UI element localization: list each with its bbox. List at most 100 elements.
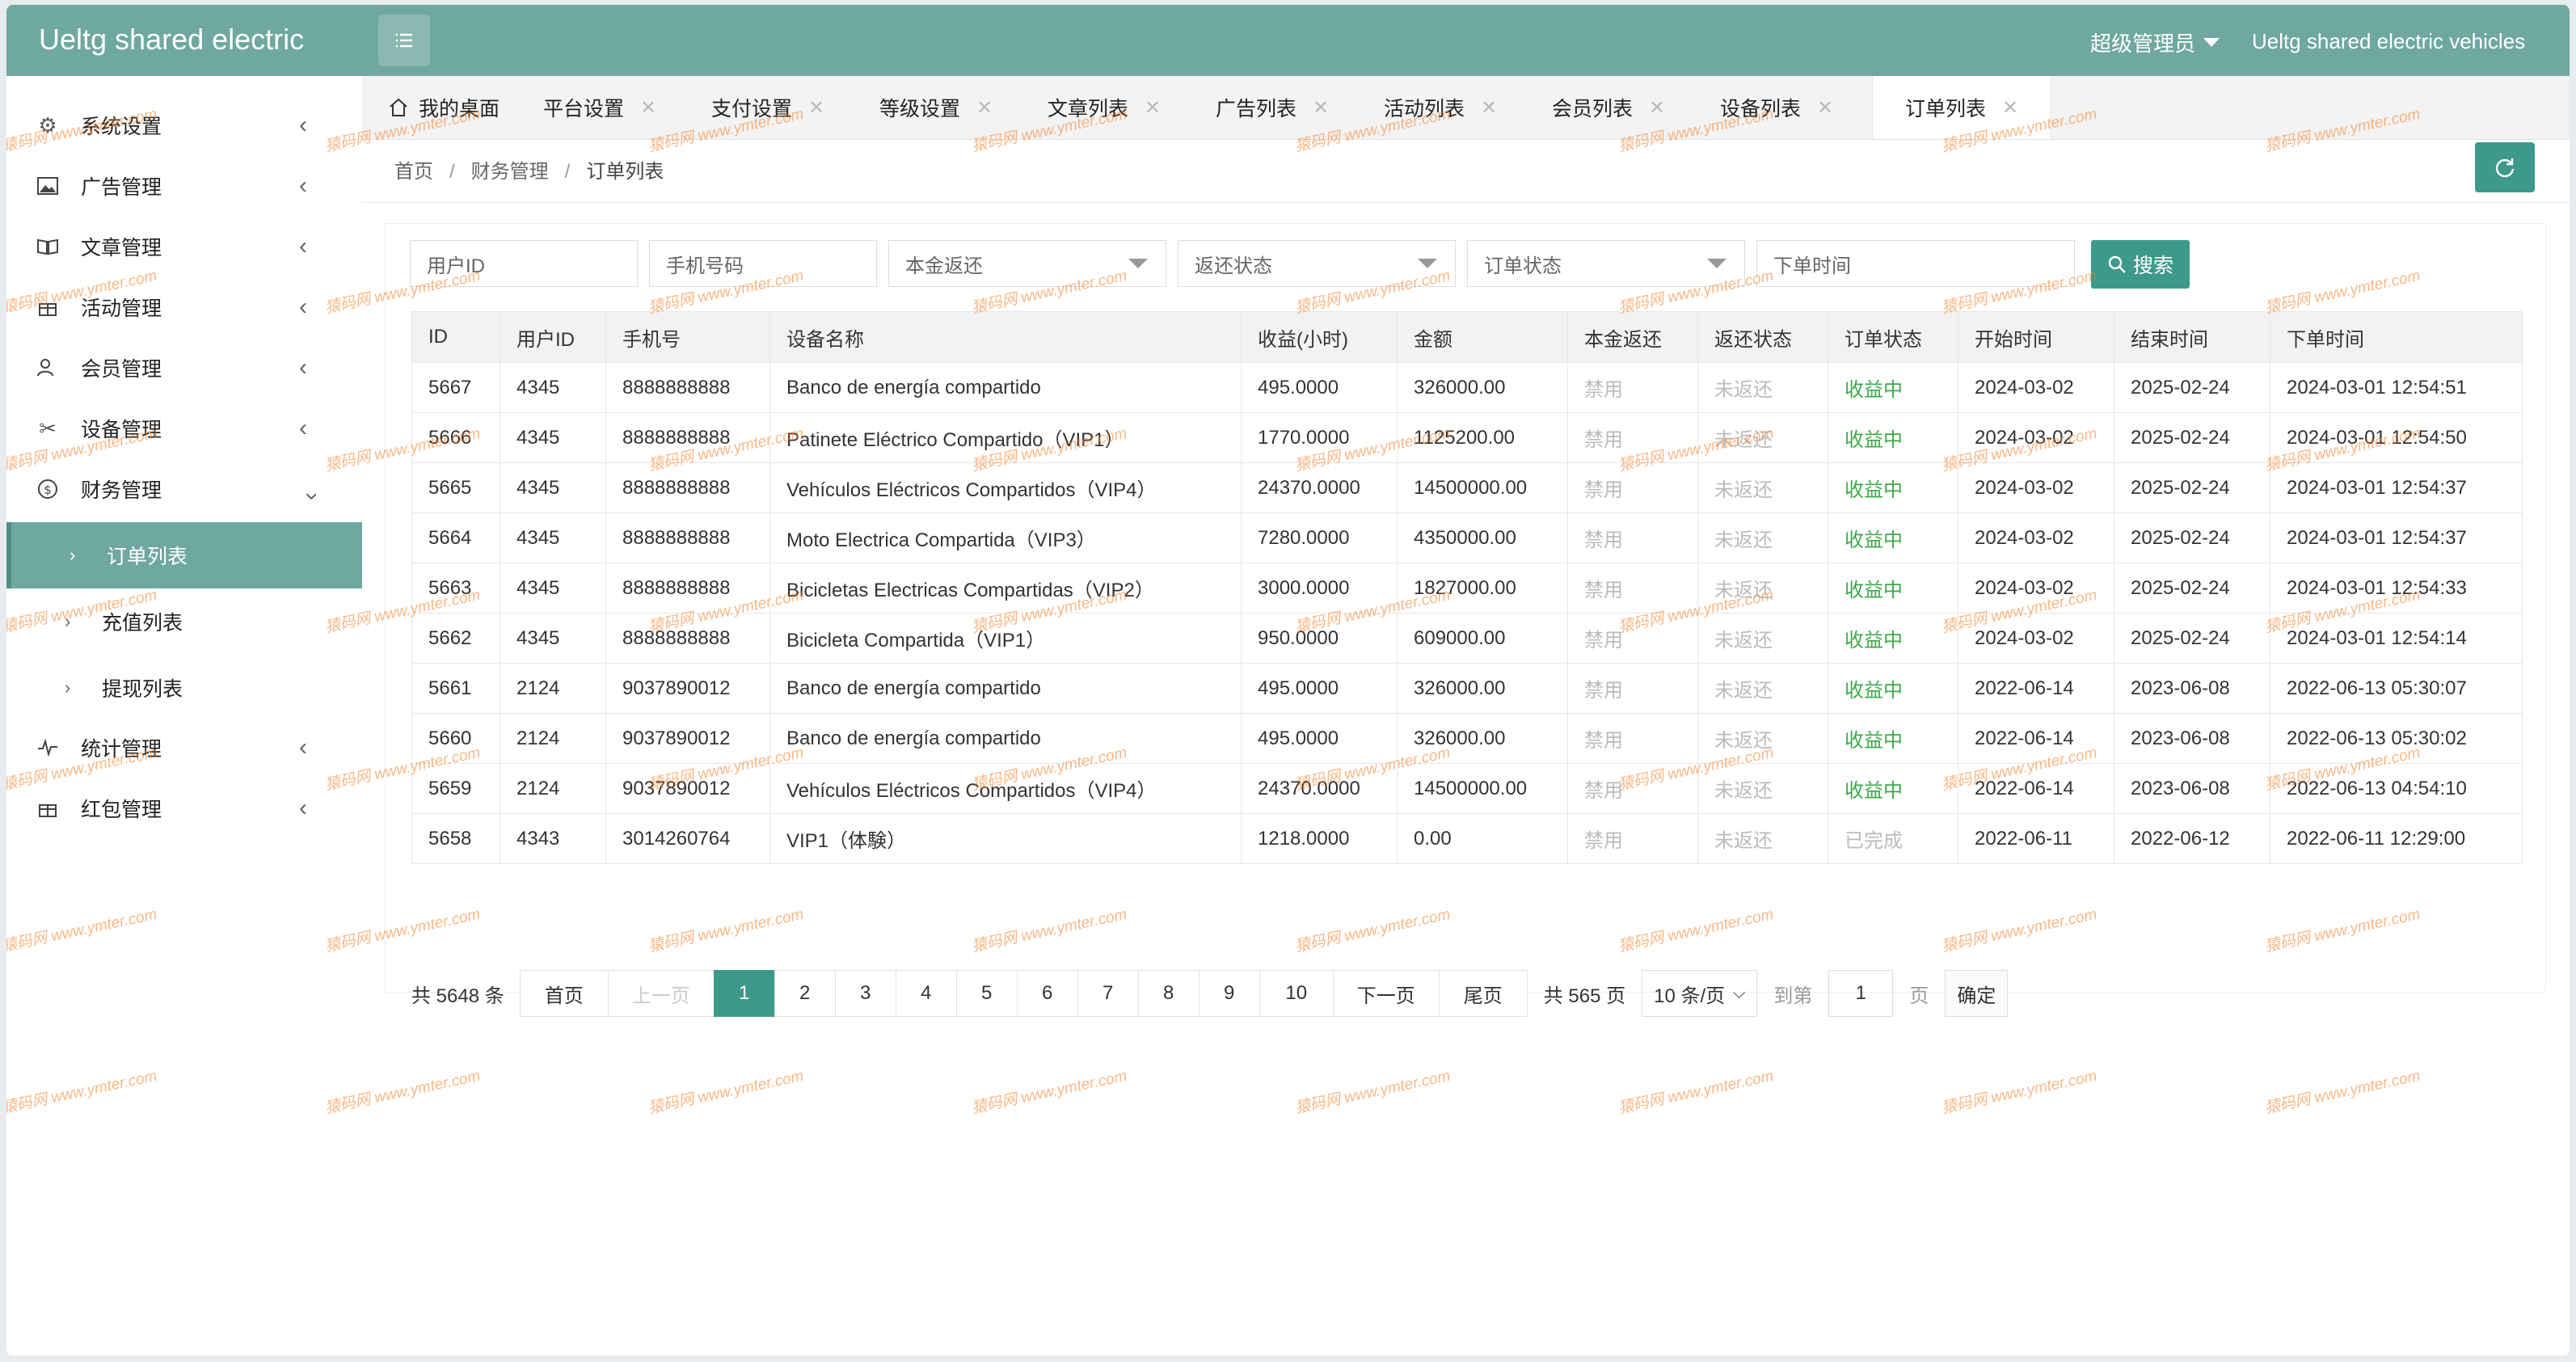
sidebar-subitem-recharge[interactable]: › 充值列表 bbox=[6, 588, 362, 655]
sidebar-item-statistics[interactable]: 统计管理 ‹ bbox=[6, 719, 362, 776]
close-icon[interactable]: ✕ bbox=[808, 96, 824, 120]
order-time-input[interactable]: 下单时间 bbox=[1756, 240, 2075, 287]
table-header-row: ID 用户ID 手机号 设备名称 收益(小时) 金额 本金返还 返还状态 订单状… bbox=[411, 311, 2523, 363]
table-cell: 禁用 bbox=[1567, 412, 1698, 463]
close-icon[interactable]: ✕ bbox=[1817, 96, 1833, 120]
table-cell: 禁用 bbox=[1567, 462, 1698, 513]
sidebar-subitem-withdraw[interactable]: › 提现列表 bbox=[6, 655, 362, 721]
table-row[interactable]: 5663 4345 8888888888 Bicicletas Electricas … bbox=[411, 563, 2523, 614]
page-button[interactable]: 7 bbox=[1077, 970, 1139, 1017]
table-row[interactable]: 5667 4345 8888888888 Banco de energía compa… bbox=[411, 362, 2523, 413]
caret-down-icon bbox=[2203, 38, 2220, 47]
principal-select[interactable]: 本金返还 bbox=[888, 240, 1166, 287]
close-icon[interactable]: ✕ bbox=[1313, 96, 1329, 120]
close-icon[interactable]: ✕ bbox=[2002, 96, 2018, 120]
table-cell: 2022-06-14 bbox=[1958, 763, 2114, 814]
table-row[interactable]: 5662 4345 8888888888 Bicicleta Compartida（V… bbox=[411, 613, 2523, 664]
breadcrumb-section[interactable]: 财务管理 bbox=[471, 161, 549, 183]
table-cell: Banco de energía compartido bbox=[769, 362, 1242, 413]
search-button[interactable]: 搜索 bbox=[2091, 240, 2190, 289]
goto-page-input[interactable]: 1 bbox=[1828, 970, 1894, 1017]
first-page-button[interactable]: 首页 bbox=[519, 970, 609, 1017]
table-cell: 2023-06-08 bbox=[2114, 763, 2270, 814]
table-row[interactable]: 5665 4345 8888888888 Vehículos Eléctricos C… bbox=[411, 462, 2523, 513]
table-row[interactable]: 5666 4345 8888888888 Patinete Eléctrico Com… bbox=[411, 412, 2523, 463]
page-button[interactable]: 5 bbox=[955, 970, 1018, 1017]
page-button[interactable]: 1 bbox=[713, 970, 775, 1017]
table-cell: 5664 bbox=[411, 512, 500, 563]
tab-ad-list[interactable]: 广告列表 ✕ bbox=[1216, 76, 1329, 139]
prev-page-button[interactable]: 上一页 bbox=[607, 970, 715, 1017]
sidebar-item-redpacket[interactable]: 红包管理 ‹ bbox=[6, 780, 362, 837]
tab-activity-list[interactable]: 活动列表 ✕ bbox=[1384, 76, 1497, 139]
tab-order-list[interactable]: 订单列表 ✕ bbox=[1872, 76, 2052, 139]
sidebar-item-ads[interactable]: 广告管理 ‹ bbox=[6, 158, 362, 214]
close-icon[interactable]: ✕ bbox=[976, 96, 993, 120]
table-cell: 2025-02-24 bbox=[2114, 412, 2270, 463]
table-cell: 未返还 bbox=[1697, 362, 1828, 413]
tab-member-list[interactable]: 会员列表 ✕ bbox=[1552, 76, 1665, 139]
sidebar-item-label: 红包管理 bbox=[81, 799, 162, 821]
table-cell: 禁用 bbox=[1567, 763, 1698, 814]
table-cell: 2024-03-02 bbox=[1958, 462, 2114, 513]
chevron-left-icon: ‹ bbox=[299, 112, 307, 138]
refresh-icon bbox=[2495, 158, 2515, 178]
table-cell: 7280.0000 bbox=[1241, 512, 1398, 563]
page-button[interactable]: 4 bbox=[895, 970, 957, 1017]
tab-level-settings[interactable]: 等级设置 ✕ bbox=[879, 76, 993, 139]
column-header: 结束时间 bbox=[2114, 311, 2270, 363]
table-row[interactable]: 5658 4343 3014260764 VIP1（体験） 1218.0000 0.00 禁… bbox=[411, 813, 2523, 864]
user-menu[interactable]: 超级管理员 bbox=[2090, 27, 2220, 57]
table-cell: 2024-03-01 12:54:37 bbox=[2270, 462, 2523, 513]
last-page-button[interactable]: 尾页 bbox=[1438, 970, 1528, 1017]
return-status-select[interactable]: 返还状态 bbox=[1178, 240, 1456, 287]
table-cell: Moto Electrica Compartida（VIP3） bbox=[769, 512, 1242, 563]
page-button[interactable]: 6 bbox=[1016, 970, 1078, 1017]
order-status-select[interactable]: 订单状态 bbox=[1467, 240, 1745, 287]
sidebar-item-finance[interactable]: $ 财务管理 ‹ bbox=[6, 461, 362, 517]
page-button[interactable]: 9 bbox=[1198, 970, 1260, 1017]
sidebar-item-articles[interactable]: 文章管理 ‹ bbox=[6, 218, 362, 275]
table-cell: 禁用 bbox=[1567, 613, 1698, 664]
sidebar-item-devices[interactable]: ✂ 设备管理 ‹ bbox=[6, 400, 362, 457]
sidebar-item-members[interactable]: 会员管理 ‹ bbox=[6, 339, 362, 396]
sidebar-item-activities[interactable]: 活动管理 ‹ bbox=[6, 279, 362, 335]
page-button[interactable]: 2 bbox=[774, 970, 836, 1017]
close-icon[interactable]: ✕ bbox=[640, 96, 656, 120]
close-icon[interactable]: ✕ bbox=[1145, 96, 1161, 120]
close-icon[interactable]: ✕ bbox=[1649, 96, 1665, 120]
page-button[interactable]: 3 bbox=[834, 970, 896, 1017]
tab-desktop[interactable]: 我的桌面 bbox=[388, 76, 500, 139]
table-cell: 2025-02-24 bbox=[2114, 512, 2270, 563]
table-cell: 2024-03-01 12:54:14 bbox=[2270, 613, 2523, 664]
breadcrumb-home[interactable]: 首页 bbox=[394, 161, 433, 183]
table-cell: 2022-06-13 05:30:02 bbox=[2270, 713, 2523, 764]
site-name-link[interactable]: Ueltg shared electric vehicles bbox=[2252, 29, 2525, 54]
next-page-button[interactable]: 下一页 bbox=[1332, 970, 1440, 1017]
table-row[interactable]: 5664 4345 8888888888 Moto Electrica Compart… bbox=[411, 512, 2523, 563]
orders-table: ID 用户ID 手机号 设备名称 收益(小时) 金额 本金返还 返还状态 订单状… bbox=[411, 311, 2523, 864]
close-icon[interactable]: ✕ bbox=[1481, 96, 1497, 120]
tab-article-list[interactable]: 文章列表 ✕ bbox=[1048, 76, 1161, 139]
menu-toggle-button[interactable] bbox=[378, 15, 430, 66]
phone-input[interactable]: 手机号码 bbox=[649, 240, 877, 287]
table-cell: 1218.0000 bbox=[1241, 813, 1398, 864]
table-row[interactable]: 5661 2124 9037890012 Banco de energía compa… bbox=[411, 663, 2523, 714]
page-button[interactable]: 8 bbox=[1137, 970, 1199, 1017]
tab-platform-settings[interactable]: 平台设置 ✕ bbox=[543, 76, 656, 139]
sidebar-item-system[interactable]: ⚙ 系统设置 ‹ bbox=[6, 97, 362, 154]
tab-device-list[interactable]: 设备列表 ✕ bbox=[1720, 76, 1833, 139]
table-row[interactable]: 5659 2124 9037890012 Vehículos Eléctricos C… bbox=[411, 763, 2523, 814]
table-row[interactable]: 5660 2124 9037890012 Banco de energía compa… bbox=[411, 713, 2523, 764]
refresh-button[interactable] bbox=[2475, 142, 2535, 192]
table-cell: 14500000.00 bbox=[1397, 763, 1568, 814]
page-size-select[interactable]: 10 条/页 ⌵ bbox=[1642, 970, 1758, 1017]
tab-label: 会员列表 bbox=[1552, 98, 1634, 120]
page-button[interactable]: 10 bbox=[1258, 970, 1334, 1017]
user-id-input[interactable]: 用户ID bbox=[410, 240, 638, 287]
goto-confirm-button[interactable]: 确定 bbox=[1945, 970, 2009, 1017]
tab-payment-settings[interactable]: 支付设置 ✕ bbox=[711, 76, 824, 139]
app-logo[interactable]: Ueltg shared electric bbox=[39, 23, 304, 57]
sidebar-subitem-orders[interactable]: › 订单列表 bbox=[6, 522, 367, 588]
table-cell: Bicicletas Electricas Compartidas（VIP2） bbox=[769, 563, 1242, 614]
